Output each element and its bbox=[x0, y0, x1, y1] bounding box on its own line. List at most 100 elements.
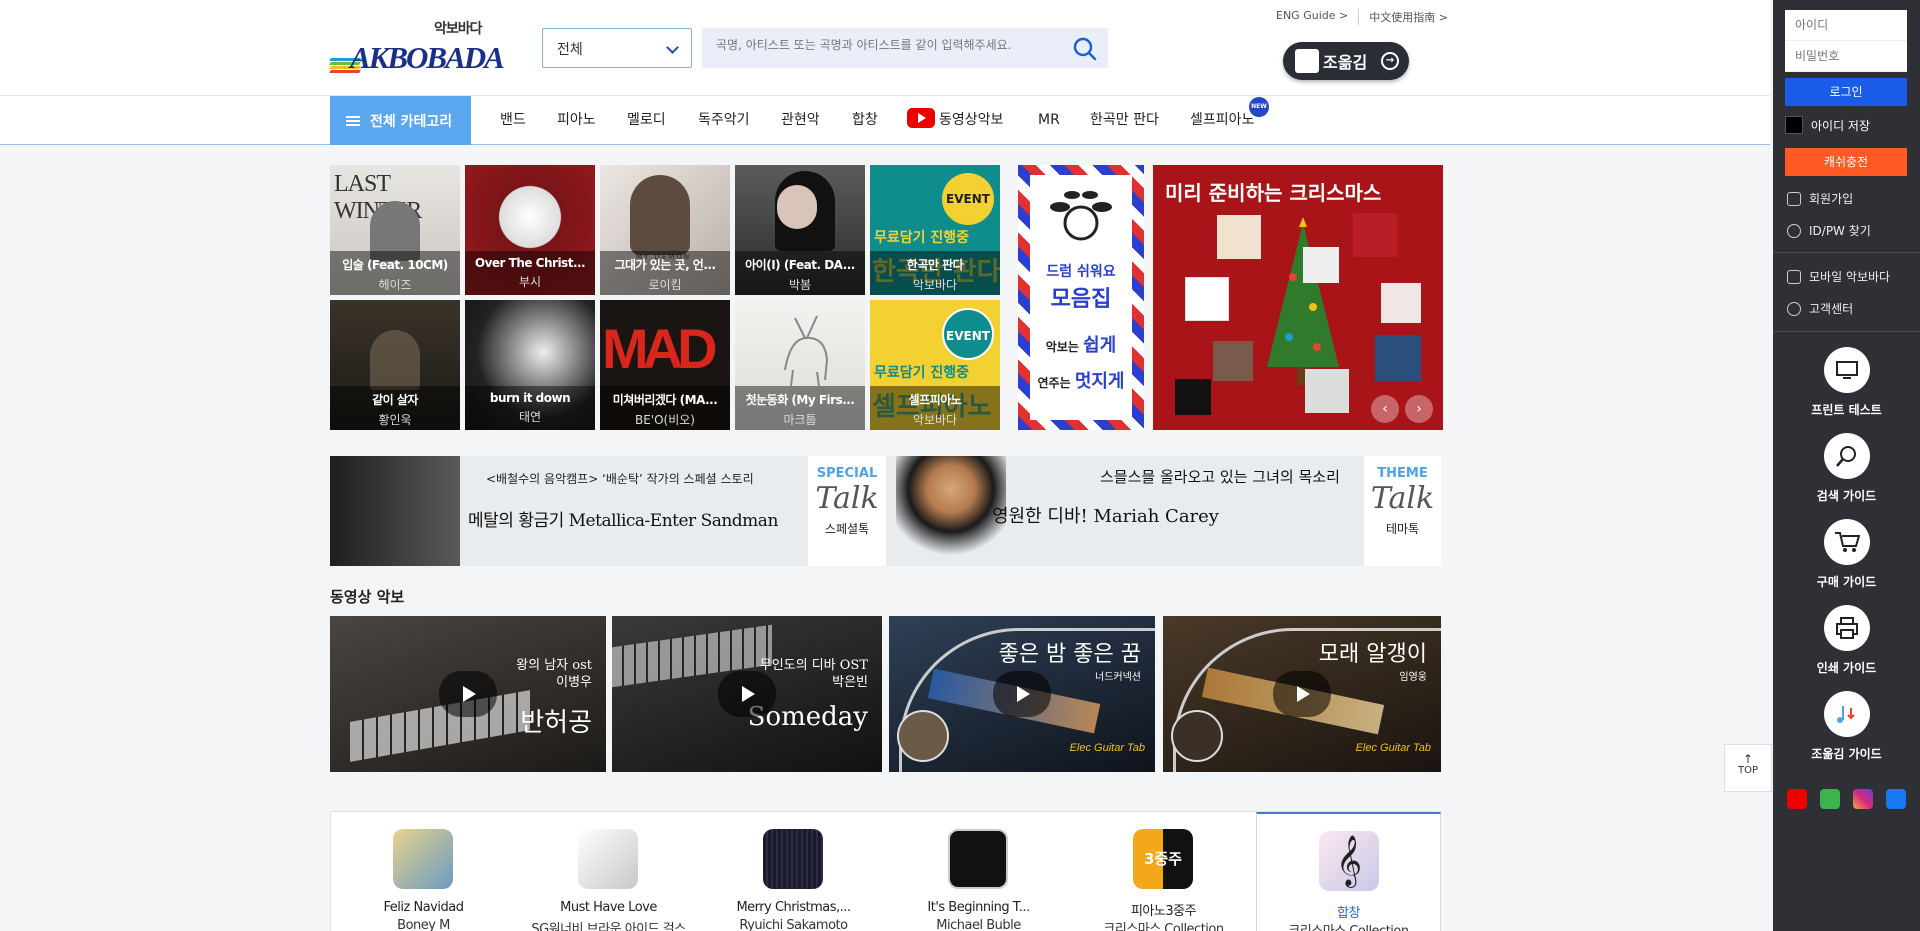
video-card[interactable]: 무인도의 디바 OST 박은빈 Someday bbox=[612, 616, 882, 772]
deer-illustration-icon bbox=[784, 315, 829, 387]
search-category-select[interactable]: 전체 bbox=[542, 28, 692, 68]
nav-video-sheet[interactable]: 동영상악보 bbox=[907, 96, 1003, 145]
special-talk-banner[interactable]: <배철수의 음악캠프> ‘배순탁’ 작가의 스페셜 스토리 메탈의 황금기 Me… bbox=[330, 456, 886, 566]
lock-icon bbox=[1787, 223, 1801, 238]
drum-kit-icon bbox=[1050, 191, 1112, 241]
print-guide[interactable]: 인쇄 가이드 bbox=[1773, 605, 1920, 676]
chart-item[interactable]: 3중주 피아노3중주 크리스마스 Collection bbox=[1071, 812, 1256, 931]
album-tile[interactable]: 첫눈동화 (My Firs... 마크툽 bbox=[735, 300, 865, 430]
guide-label: 구매 가이드 bbox=[1816, 575, 1877, 589]
save-id-checkbox[interactable]: 아이디 저장 bbox=[1785, 116, 1870, 134]
tile-title: 같이 살자 bbox=[372, 393, 418, 407]
chart-item[interactable]: It's Beginning T... Michael Buble bbox=[886, 812, 1071, 931]
nav-mr[interactable]: MR bbox=[1038, 96, 1060, 145]
nav-hangok[interactable]: 한곡만 판다 bbox=[1090, 96, 1159, 145]
video-section-title: 동영상 악보 bbox=[330, 588, 405, 606]
login-button[interactable]: 로그인 bbox=[1785, 78, 1907, 106]
event-badge: EVENT bbox=[942, 173, 994, 225]
site-logo[interactable]: 악보바다 AKBOBADA bbox=[329, 14, 505, 80]
carousel-prev-button[interactable]: ‹ bbox=[1371, 395, 1399, 423]
nav-orchestra[interactable]: 관현악 bbox=[781, 96, 820, 145]
customer-center-link[interactable]: 고객센터 bbox=[1787, 300, 1853, 317]
christmas-banner[interactable]: 미리 준비하는 크리스마스 ‹ › bbox=[1153, 165, 1443, 430]
drum-banner[interactable]: 드럼 쉬워요 모음집 악보는 쉽게 연주는 멋지게 bbox=[1018, 165, 1144, 430]
all-category-button[interactable]: 전체 카테고리 bbox=[330, 96, 471, 145]
video-card[interactable]: 모래 알갱이 임영웅 Elec Guitar Tab bbox=[1163, 616, 1441, 772]
album-tile[interactable]: MY DEMON 그대가 있는 곳, 언... 로이킴 bbox=[600, 165, 730, 295]
album-tile[interactable]: 같이 살자황인욱 bbox=[330, 300, 460, 430]
id-input[interactable] bbox=[1785, 10, 1907, 41]
nav-solo[interactable]: 독주악기 bbox=[698, 96, 750, 145]
event-tile[interactable]: EVENT 무료담기 진행중 한곡만 판다 한곡만 판다 악보바다 bbox=[870, 165, 1000, 295]
special-talk-main: 메탈의 황금기 Metallica-Enter Sandman bbox=[468, 511, 778, 531]
chart-title: 합창 bbox=[1337, 906, 1360, 921]
arrow-right-icon: → bbox=[1381, 52, 1399, 70]
tile-artist: 악보바다 bbox=[912, 413, 958, 427]
password-input[interactable] bbox=[1785, 41, 1907, 72]
play-icon[interactable] bbox=[718, 671, 776, 717]
carousel-next-button[interactable]: › bbox=[1405, 395, 1433, 423]
mobile-label: 모바일 악보바다 bbox=[1809, 270, 1891, 284]
login-box bbox=[1785, 10, 1907, 72]
chart-item-active[interactable]: 𝄞 합창 크리스마스 Collection bbox=[1256, 812, 1441, 931]
youtube-icon[interactable] bbox=[1787, 789, 1807, 809]
theme-talk-banner[interactable]: 스믈스믈 올라오고 있는 그녀의 목소리 영원한 디바! Mariah Care… bbox=[886, 456, 1441, 566]
print-test-guide[interactable]: 프린트 테스트 bbox=[1773, 347, 1920, 418]
search-input[interactable] bbox=[716, 38, 1056, 52]
chart-thumb: 3중주 bbox=[1133, 829, 1193, 889]
chart-title: Feliz Navidad bbox=[383, 900, 464, 915]
video-main-title: 좋은 밤 좋은 꿈 bbox=[998, 642, 1141, 667]
blog-icon[interactable] bbox=[1820, 789, 1840, 809]
transpose-guide[interactable]: 조옮김 가이드 bbox=[1773, 691, 1920, 762]
mobile-link[interactable]: 모바일 악보바다 bbox=[1787, 268, 1890, 285]
instagram-icon[interactable] bbox=[1853, 789, 1873, 809]
scroll-top-button[interactable]: ↑ TOP bbox=[1724, 744, 1772, 792]
video-card[interactable]: 왕의 남자 ost 이병우 반허공 bbox=[330, 616, 606, 772]
album-tile[interactable]: Over The Christ... 부시 bbox=[465, 165, 595, 295]
nav-self-piano[interactable]: 셀프피아노 bbox=[1190, 96, 1254, 145]
transpose-button[interactable]: 조옮김 → bbox=[1283, 42, 1409, 80]
album-thumb bbox=[1305, 369, 1349, 413]
chart-item[interactable]: Feliz Navidad Boney M bbox=[331, 812, 516, 931]
video-sub2: 너드커넥션 bbox=[1095, 672, 1141, 683]
drum-banner-inner: 드럼 쉬워요 모음집 악보는 쉽게 연주는 멋지게 bbox=[1030, 175, 1132, 420]
event-badge: EVENT bbox=[942, 308, 994, 360]
nav-piano[interactable]: 피아노 bbox=[557, 96, 596, 145]
find-id-link[interactable]: ID/PW 찾기 bbox=[1787, 222, 1871, 239]
play-icon[interactable] bbox=[993, 671, 1051, 717]
facebook-icon[interactable] bbox=[1886, 789, 1906, 809]
video-sub2: 임영웅 bbox=[1399, 672, 1427, 683]
signup-link[interactable]: 회원가입 bbox=[1787, 190, 1853, 207]
chinese-guide-link[interactable]: 中文使用指南 > bbox=[1359, 9, 1458, 25]
video-card[interactable]: 좋은 밤 좋은 꿈 너드커넥션 Elec Guitar Tab bbox=[889, 616, 1155, 772]
chart-item[interactable]: Merry Christmas,... Ryuichi Sakamoto bbox=[701, 812, 886, 931]
search-icon[interactable] bbox=[1072, 36, 1098, 62]
search-guide[interactable]: 검색 가이드 bbox=[1773, 433, 1920, 504]
arrow-up-icon: ↑ bbox=[1742, 752, 1754, 766]
album-tile[interactable]: 아이(I) (Feat. DA... 박봄 bbox=[735, 165, 865, 295]
cash-charge-button[interactable]: 캐쉬충전 bbox=[1785, 148, 1907, 176]
play-icon[interactable] bbox=[1273, 671, 1331, 717]
purchase-guide[interactable]: 구매 가이드 bbox=[1773, 519, 1920, 590]
album-tile[interactable]: burn it down 태연 bbox=[465, 300, 595, 430]
chart-thumb bbox=[578, 829, 638, 889]
tile-title: 입술 (Feat. 10CM) bbox=[342, 258, 448, 272]
tile-artist: 태연 bbox=[518, 410, 542, 424]
album-tile[interactable]: LAST WINTER 입술 (Feat. 10CM)헤이즈 bbox=[330, 165, 460, 295]
eng-guide-link[interactable]: ENG Guide > bbox=[1266, 9, 1360, 25]
tile-artist: 황인욱 bbox=[378, 413, 412, 427]
album-tile[interactable]: MAD 미쳐버리겠다 (MA... BE'O(비오) bbox=[600, 300, 730, 430]
play-icon[interactable] bbox=[439, 671, 497, 717]
theme-talk-label: 테마톡 bbox=[1385, 522, 1420, 536]
nav-melody[interactable]: 멜로디 bbox=[627, 96, 666, 145]
event-tile[interactable]: EVENT 무료담기 진행중 셀프피아노 셀프피아노 악보바다 bbox=[870, 300, 1000, 430]
tile-artist: 악보바다 bbox=[912, 278, 958, 292]
special-talk-sub: <배철수의 음악캠프> ‘배순탁’ 작가의 스페셜 스토리 bbox=[486, 472, 754, 486]
chart-item[interactable]: Must Have Love SG워너비,브라운 아이드 걸스 bbox=[516, 812, 701, 931]
nav-band[interactable]: 밴드 bbox=[500, 96, 526, 145]
artist-avatar bbox=[1171, 710, 1223, 762]
nav-choir[interactable]: 합창 bbox=[852, 96, 878, 145]
theme-talk-main: 영원한 디바! Mariah Carey bbox=[992, 506, 1219, 527]
chart-thumb bbox=[393, 829, 453, 889]
magnifier-icon bbox=[1823, 433, 1870, 479]
